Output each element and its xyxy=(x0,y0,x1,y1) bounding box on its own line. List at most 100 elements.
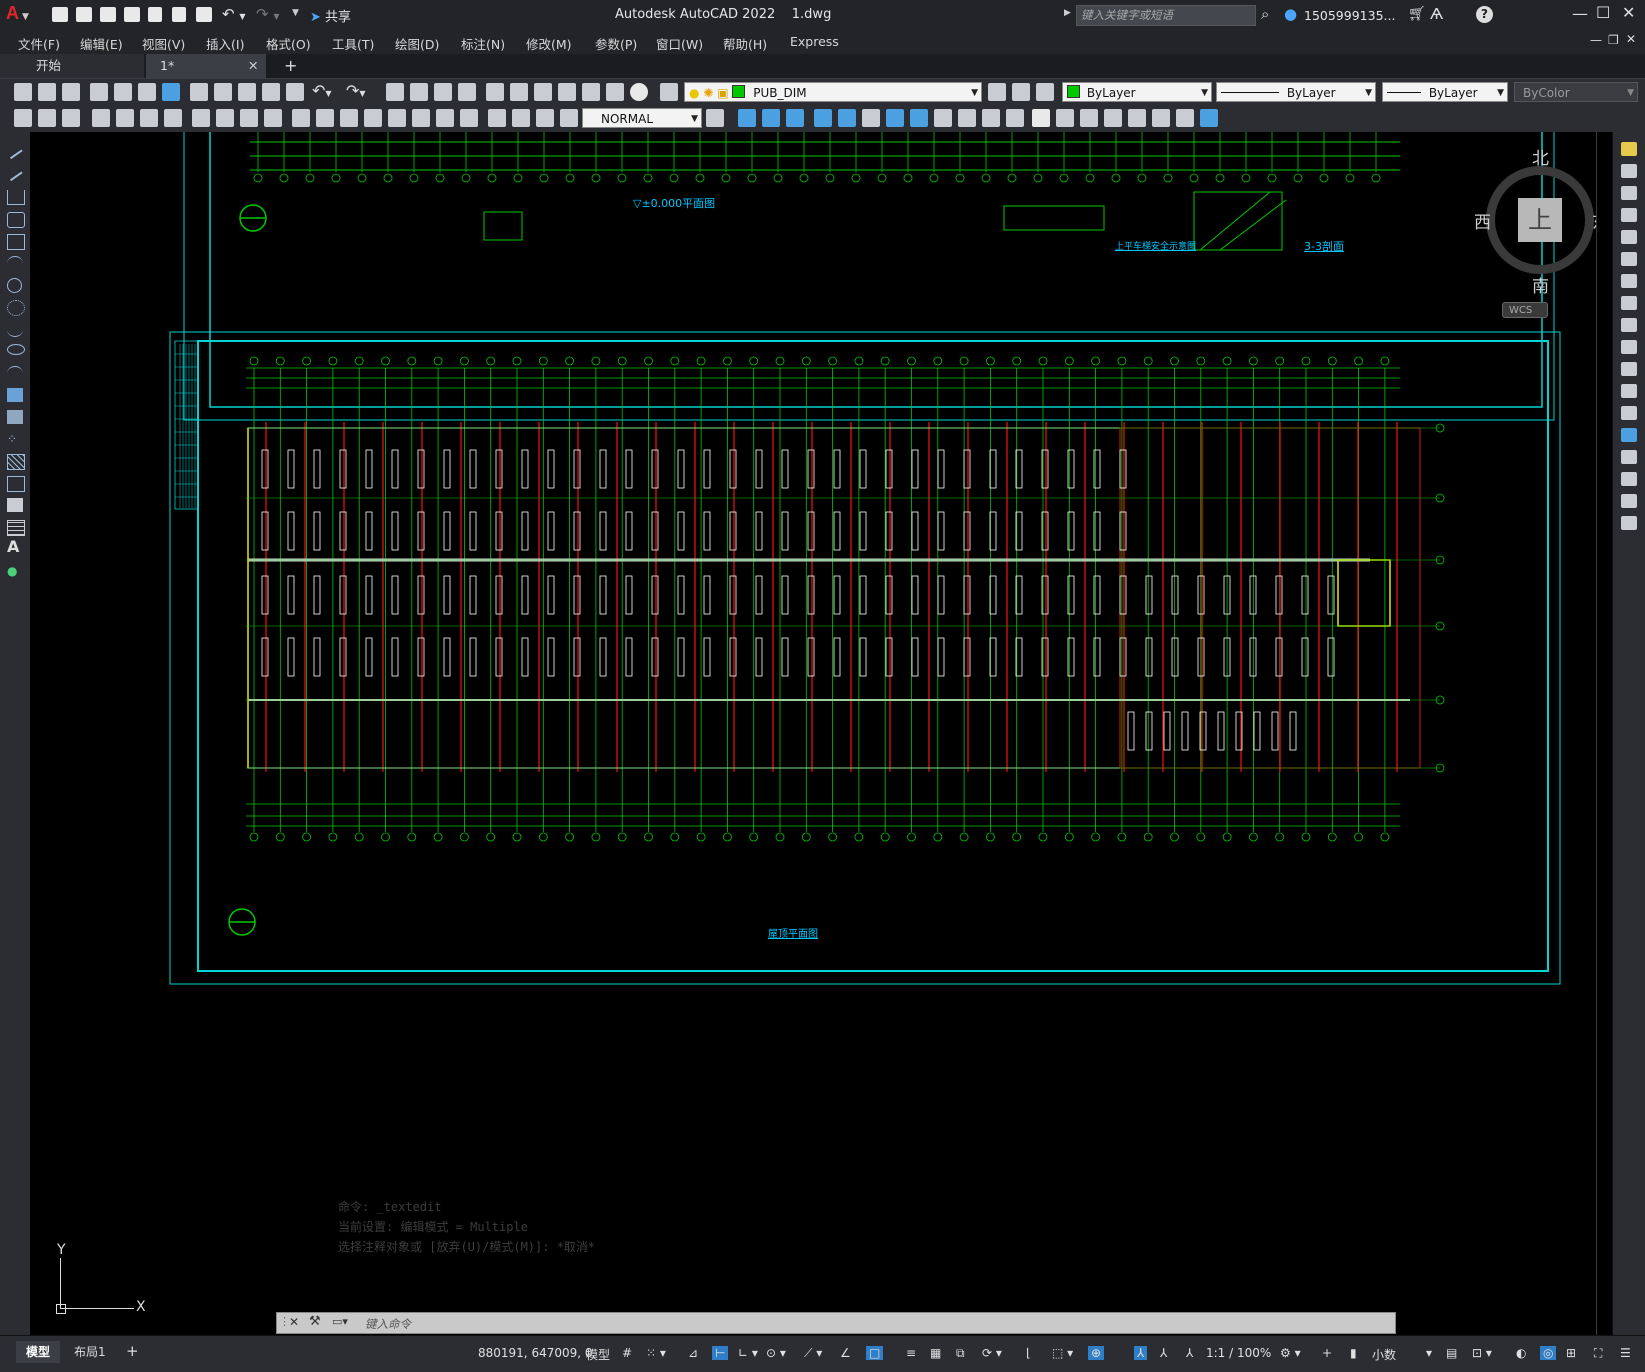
preview-icon[interactable] xyxy=(114,83,132,101)
menu-edit[interactable]: 编辑(E) xyxy=(80,34,123,53)
construction-line-icon[interactable] xyxy=(5,164,23,182)
line-icon[interactable] xyxy=(5,142,23,160)
3d-osnap-icon[interactable]: ⟳ ▾ xyxy=(982,1346,1002,1360)
open-file-icon[interactable] xyxy=(38,83,56,101)
polar-icon[interactable]: ⊙ ▾ xyxy=(766,1346,786,1360)
tb2-icon-34[interactable] xyxy=(958,109,976,127)
dimstyle-dropdown[interactable]: NORMAL ▼ xyxy=(582,108,702,128)
scale-icon[interactable] xyxy=(1621,296,1637,310)
match-properties-icon[interactable] xyxy=(262,83,280,101)
tb2-icon-2[interactable] xyxy=(38,109,56,127)
pan-icon[interactable] xyxy=(386,83,404,101)
lineweight-dropdown[interactable]: ByLayer ▼ xyxy=(1382,82,1508,102)
snap-icon[interactable]: ⁙ ▾ xyxy=(646,1346,666,1360)
tb2-icon-1[interactable] xyxy=(14,109,32,127)
undo-toolbar-icon[interactable]: ↶▼ xyxy=(312,81,332,100)
wcs-menu[interactable]: WCS xyxy=(1502,302,1548,318)
copy-object-icon[interactable] xyxy=(1621,164,1637,178)
selection-filter-icon[interactable]: ⬚ ▾ xyxy=(1052,1346,1073,1360)
save-as-icon[interactable] xyxy=(124,7,140,22)
baseline-dimension-icon[interactable] xyxy=(316,109,334,127)
tolerance-icon[interactable] xyxy=(412,109,430,127)
angular-dimension-icon[interactable] xyxy=(264,109,282,127)
customization-menu-icon[interactable]: ☰ xyxy=(1620,1346,1631,1360)
break-icon[interactable] xyxy=(1621,406,1637,420)
tb2-icon-41[interactable] xyxy=(1128,109,1146,127)
publish-web-icon[interactable] xyxy=(162,83,180,101)
object-snap-icon[interactable]: □ xyxy=(866,1346,884,1360)
tool-palettes-icon[interactable] xyxy=(534,83,552,101)
coordinates-readout[interactable]: 880191, 647009, 0 xyxy=(478,1346,593,1360)
tb2-icon-30[interactable] xyxy=(862,109,880,127)
lineweight-toggle-icon[interactable]: ≡ xyxy=(906,1346,916,1360)
command-close-icon[interactable]: ✕ xyxy=(289,1315,299,1329)
selection-cycling-icon[interactable]: ⧉ xyxy=(956,1346,965,1361)
help-button[interactable]: ? xyxy=(1476,6,1493,23)
menu-draw[interactable]: 绘图(D) xyxy=(395,34,439,53)
save-file-icon[interactable] xyxy=(62,83,80,101)
user-icon[interactable]: ● xyxy=(1284,5,1297,23)
undo-icon[interactable]: ↶ ▼ xyxy=(222,5,246,23)
dimension-break-icon[interactable] xyxy=(388,109,406,127)
array-icon[interactable] xyxy=(1621,230,1637,244)
search-expand-icon[interactable]: ▶ xyxy=(1064,8,1071,18)
autodesk-app-icon[interactable]: Ѧ xyxy=(1430,5,1443,23)
hardware-acceleration-icon[interactable]: ◎ xyxy=(1540,1346,1557,1360)
linear-dimension-icon[interactable] xyxy=(92,109,110,127)
command-input[interactable]: 键入命令 xyxy=(365,1316,411,1332)
layer-states-icon[interactable] xyxy=(1036,83,1054,101)
close-button[interactable]: ✕ xyxy=(1622,3,1635,22)
zoom-realtime-icon[interactable] xyxy=(410,83,428,101)
doc-restore-button[interactable]: ❐ xyxy=(1608,33,1619,47)
annotation-scale-icon[interactable]: ⅄ xyxy=(1186,1346,1193,1360)
inspection-icon[interactable] xyxy=(460,109,478,127)
make-block-icon[interactable] xyxy=(7,410,23,424)
vertical-scrollbar[interactable] xyxy=(1596,132,1613,1335)
menu-file[interactable]: 文件(F) xyxy=(18,34,60,53)
tab-drawing[interactable]: 1* ✕ xyxy=(146,54,266,78)
properties-icon[interactable] xyxy=(486,83,504,101)
compass-south[interactable]: 南 xyxy=(1532,272,1549,297)
erase-icon[interactable] xyxy=(1621,142,1637,156)
tb2-icon-44[interactable] xyxy=(1200,109,1218,127)
trim-icon[interactable] xyxy=(1621,340,1637,354)
rectangle-icon[interactable] xyxy=(7,234,25,250)
dimension-text-edit-icon[interactable] xyxy=(536,109,554,127)
units-dropdown-icon[interactable]: ▾ xyxy=(1426,1346,1432,1360)
help-toolbar-icon[interactable] xyxy=(630,83,648,101)
ellipse-arc-icon[interactable] xyxy=(7,366,23,381)
continue-dimension-icon[interactable] xyxy=(340,109,358,127)
sheet-set-icon[interactable] xyxy=(558,83,576,101)
viewcube-top-face[interactable]: 上 xyxy=(1518,198,1562,242)
tb2-icon-29[interactable] xyxy=(838,109,856,127)
tb2-icon-28[interactable] xyxy=(814,109,832,127)
workspace-gear-icon[interactable]: ⚙ ▾ xyxy=(1280,1346,1301,1360)
publish-icon[interactable] xyxy=(138,83,156,101)
zoom-previous-icon[interactable] xyxy=(458,83,476,101)
plot-file-icon[interactable] xyxy=(90,83,108,101)
save-web-icon[interactable] xyxy=(172,7,186,22)
menu-tools[interactable]: 工具(T) xyxy=(332,34,374,53)
lock-ui-icon[interactable]: ⊡ ▾ xyxy=(1472,1346,1492,1360)
jogged-linear-icon[interactable] xyxy=(488,109,506,127)
quick-properties-icon[interactable]: ▤ xyxy=(1446,1346,1457,1360)
tb2-icon-39[interactable] xyxy=(1080,109,1098,127)
open-web-icon[interactable] xyxy=(148,7,162,22)
tb2-icon-43[interactable] xyxy=(1176,109,1194,127)
add-selected-icon[interactable]: ● xyxy=(7,564,23,578)
menu-view[interactable]: 视图(V) xyxy=(142,34,185,53)
center-mark-icon[interactable] xyxy=(436,109,454,127)
doc-close-button[interactable]: ✕ xyxy=(1626,32,1636,46)
zoom-window-icon[interactable] xyxy=(434,83,452,101)
tb2-icon-35[interactable] xyxy=(982,109,1000,127)
annotation-scale[interactable]: 1:1 / 100% xyxy=(1206,1346,1271,1360)
add-layout-button[interactable]: + xyxy=(126,1342,139,1360)
menu-help[interactable]: 帮助(H) xyxy=(723,34,767,53)
tb2-icon-37[interactable] xyxy=(1032,109,1050,127)
annotation-monitor-icon[interactable]: + xyxy=(1322,1346,1332,1360)
chamfer-icon[interactable] xyxy=(1621,450,1637,464)
cart-icon[interactable]: 🛒︎ xyxy=(1408,6,1426,22)
dynamic-ucs-icon[interactable]: ⌊ xyxy=(1026,1346,1031,1360)
grid-icon[interactable]: # xyxy=(622,1346,632,1360)
ellipse-icon[interactable] xyxy=(7,344,25,355)
